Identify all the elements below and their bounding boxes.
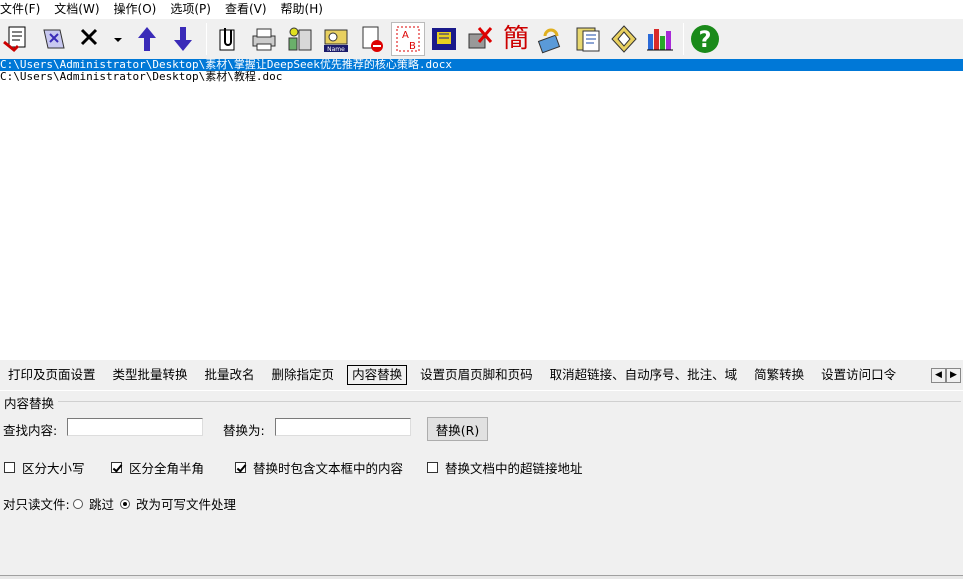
readonly-make-writable-radio[interactable]: 改为可写文件处理	[120, 494, 236, 513]
tab-replace-content[interactable]: 内容替换	[347, 365, 408, 385]
case-sensitive-checkbox[interactable]: 区分大小写	[4, 458, 85, 477]
readonly-skip-dot[interactable]	[73, 498, 83, 509]
add-folder-icon	[43, 29, 65, 49]
header-footer-button[interactable]	[427, 22, 461, 56]
replace-hyperlinks-label: 替换文档中的超链接地址	[445, 461, 583, 476]
rename-button[interactable]: Name	[319, 22, 353, 56]
tab-bar: 打印及页面设置 类型批量转换 批量改名 删除指定页 内容替换 设置页眉页脚和页码…	[0, 360, 963, 390]
case-sensitive-label: 区分大小写	[22, 461, 85, 476]
readonly-make-writable-label: 改为可写文件处理	[136, 497, 237, 512]
close-icon	[80, 28, 98, 46]
find-label: 查找内容:	[3, 423, 58, 438]
tab-scroll-right-button[interactable]: ▶	[946, 368, 961, 383]
toolbar: Name AB 簡 ?	[0, 19, 963, 59]
settings-button[interactable]	[607, 22, 641, 56]
file-row-selected[interactable]: C:\Users\Administrator\Desktop\素材\掌握让Dee…	[0, 59, 963, 71]
header-footer-icon	[432, 28, 456, 50]
help-glyph: ?	[699, 28, 712, 53]
replace-button-label: 替换(R)	[435, 422, 480, 438]
remove-dropdown-button[interactable]	[108, 22, 128, 56]
replace-panel: 内容替换 查找内容: 替换为: 替换(R) 区分大小写 区分全角半角 替换时包含…	[0, 390, 963, 575]
width-sensitive-box[interactable]	[111, 462, 122, 473]
menu-view[interactable]: 查看(V)	[225, 0, 274, 19]
include-textbox-checkbox[interactable]: 替换时包含文本框中的内容	[235, 458, 403, 477]
menu-file[interactable]: 文件(F)	[0, 0, 47, 19]
simplified-traditional-button[interactable]: 簡	[499, 22, 533, 56]
convert-icon	[288, 27, 312, 51]
replace-a-letter: A	[402, 30, 409, 41]
properties-button[interactable]	[571, 22, 605, 56]
replace-input[interactable]	[275, 418, 411, 436]
replace-button[interactable]: 替换(R)	[427, 417, 488, 441]
replace-label: 替换为:	[223, 423, 265, 438]
paperclip-icon	[219, 28, 235, 51]
menu-document[interactable]: 文档(W)	[54, 0, 106, 19]
menu-help[interactable]: 帮助(H)	[281, 0, 330, 19]
unlink-icon	[468, 27, 493, 49]
attach-button[interactable]	[211, 22, 245, 56]
move-down-button[interactable]	[166, 22, 200, 56]
add-files-button[interactable]	[0, 22, 34, 56]
remove-links-button[interactable]	[463, 22, 497, 56]
file-row[interactable]: C:\Users\Administrator\Desktop\素材\教程.doc	[0, 71, 963, 83]
tab-simplified-traditional[interactable]: 简繁转换	[750, 366, 808, 384]
tab-delete-page[interactable]: 删除指定页	[268, 366, 339, 384]
rename-icon: Name	[324, 29, 348, 53]
file-list[interactable]: C:\Users\Administrator\Desktop\素材\掌握让Dee…	[0, 59, 963, 360]
width-sensitive-label: 区分全角半角	[129, 461, 205, 476]
tab-batch-convert[interactable]: 类型批量转换	[109, 366, 192, 384]
properties-icon	[576, 27, 600, 52]
statistics-button[interactable]	[643, 22, 677, 56]
menu-operation[interactable]: 操作(O)	[114, 0, 164, 19]
replace-hyperlinks-box[interactable]	[427, 462, 438, 473]
toolbar-separator-2	[683, 23, 684, 55]
traditional-char-icon: 簡	[502, 24, 529, 54]
readonly-make-writable-dot[interactable]	[120, 498, 130, 509]
tab-scroll: ◀ ▶	[931, 368, 961, 383]
tab-scroll-left-button[interactable]: ◀	[931, 368, 946, 383]
arrow-up-icon	[138, 27, 156, 51]
delete-page-icon	[362, 26, 383, 52]
replace-content-button[interactable]: AB	[391, 22, 425, 56]
include-textbox-box[interactable]	[235, 462, 246, 473]
name-badge-text: Name	[327, 46, 345, 53]
replace-b-letter: B	[409, 41, 416, 52]
menu-options[interactable]: 选项(P)	[170, 0, 218, 19]
tab-batch-rename[interactable]: 批量改名	[201, 366, 259, 384]
print-button[interactable]	[247, 22, 281, 56]
lock-icon	[537, 28, 561, 54]
group-divider	[58, 401, 961, 402]
bar-chart-icon	[647, 29, 673, 51]
move-up-button[interactable]	[130, 22, 164, 56]
tab-remove-links[interactable]: 取消超链接、自动序号、批注、域	[546, 366, 742, 384]
arrow-down-icon	[174, 27, 192, 51]
add-files-icon	[3, 26, 26, 53]
readonly-skip-label: 跳过	[89, 497, 115, 512]
case-sensitive-box[interactable]	[4, 462, 15, 473]
menu-bar: 文件(F) 文档(W) 操作(O) 选项(P) 查看(V) 帮助(H)	[0, 0, 963, 19]
delete-page-button[interactable]	[355, 22, 389, 56]
width-sensitive-checkbox[interactable]: 区分全角半角	[111, 458, 204, 477]
toolbar-separator	[206, 23, 207, 55]
find-input[interactable]	[67, 418, 203, 436]
add-folder-button[interactable]	[36, 22, 70, 56]
set-password-button[interactable]	[535, 22, 569, 56]
tab-password[interactable]: 设置访问口令	[817, 366, 900, 384]
include-textbox-label: 替换时包含文本框中的内容	[253, 461, 404, 476]
help-button[interactable]: ?	[688, 22, 722, 56]
help-icon: ?	[691, 25, 719, 53]
printer-icon	[252, 28, 276, 51]
readonly-label: 对只读文件:	[3, 497, 70, 512]
status-bar	[0, 575, 963, 579]
replace-hyperlinks-checkbox[interactable]: 替换文档中的超链接地址	[427, 458, 583, 477]
diamond-icon	[611, 25, 637, 53]
chevron-down-icon	[114, 38, 122, 42]
batch-convert-button[interactable]	[283, 22, 317, 56]
tab-print-setup[interactable]: 打印及页面设置	[4, 366, 100, 384]
replace-icon: AB	[396, 26, 420, 52]
group-title: 内容替换	[4, 396, 55, 411]
remove-button[interactable]	[72, 22, 106, 56]
tab-header-footer[interactable]: 设置页眉页脚和页码	[416, 366, 537, 384]
readonly-skip-radio[interactable]: 跳过	[73, 494, 114, 513]
